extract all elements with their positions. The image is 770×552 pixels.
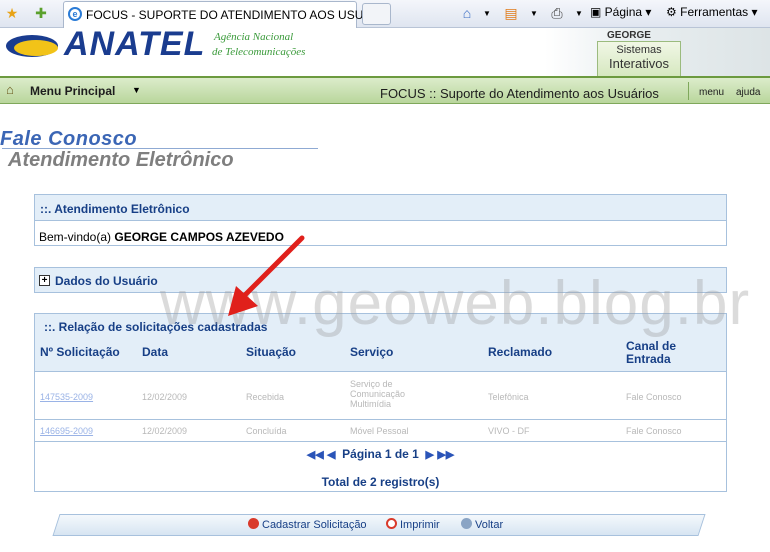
- atendimento-panel: ::. Atendimento Eletrônico Bem-vindo(a) …: [34, 194, 727, 246]
- expand-plus-icon[interactable]: +: [39, 275, 50, 286]
- column-header-channel: Canal de Entrada: [626, 339, 677, 366]
- main-menu-button[interactable]: Menu Principal: [30, 84, 115, 98]
- user-data-header[interactable]: + Dados do Usuário: [35, 268, 726, 292]
- browser-tab-title: FOCUS - SUPORTE DO ATENDIMENTO AOS USU..…: [86, 8, 374, 22]
- request-date: 12/02/2009: [142, 392, 188, 402]
- welcome-prefix: Bem-vindo(a): [39, 230, 115, 244]
- page-indicator: Página 1 de 1: [342, 447, 419, 461]
- add-favorites-icon[interactable]: ✚: [32, 4, 50, 22]
- request-channel: Fale Conosco: [626, 392, 682, 402]
- column-header-date: Data: [142, 345, 169, 359]
- request-channel: Fale Conosco: [626, 426, 682, 436]
- requests-title: ::. Relação de solicitações cadastradas: [44, 320, 268, 334]
- menu-folder-icon: ⌂: [6, 82, 14, 97]
- back-arrow-icon: [461, 518, 472, 529]
- chevron-down-icon[interactable]: ▼: [132, 85, 141, 95]
- browser-toolbar: ★ ✚ e FOCUS - SUPORTE DO ATENDIMENTO AOS…: [0, 0, 770, 28]
- request-service: Móvel Pessoal: [350, 426, 409, 436]
- gear-icon: ⚙: [666, 5, 677, 19]
- feeds-dropdown-icon[interactable]: ▼: [525, 4, 543, 22]
- prev-page-icon[interactable]: ◀: [327, 449, 335, 461]
- table-row: 146695-2009 12/02/2009 Concluída Móvel P…: [35, 420, 726, 442]
- print-red-icon: [386, 518, 397, 529]
- menu-link[interactable]: menu: [699, 87, 724, 98]
- pagination: ◀◀ ◀ Página 1 de 1 ▶ ▶▶: [35, 447, 726, 461]
- table-row: 147535-2009 12/02/2009 Recebida Serviço …: [35, 372, 726, 420]
- next-page-icon[interactable]: ▶: [426, 449, 434, 461]
- anatel-logo-text: ANATEL: [64, 25, 206, 63]
- action-bar: [52, 514, 706, 536]
- print-icon[interactable]: ⎙: [548, 4, 566, 22]
- application-title: FOCUS :: Suporte do Atendimento aos Usuá…: [380, 86, 659, 101]
- tools-menu[interactable]: ⚙ Ferramentas ▾: [666, 5, 758, 19]
- register-request-button[interactable]: Cadastrar Solicitação: [248, 518, 367, 531]
- register-request-label: Cadastrar Solicitação: [262, 519, 367, 531]
- page-menu[interactable]: ▣ Página ▾: [590, 5, 651, 19]
- request-number-link[interactable]: 146695-2009: [40, 426, 93, 436]
- home-icon[interactable]: ⌂: [458, 4, 476, 22]
- anatel-logo-icon: [6, 35, 58, 57]
- last-page-icon[interactable]: ▶▶: [437, 449, 454, 461]
- back-label: Voltar: [475, 519, 504, 531]
- column-header-service: Serviço: [350, 345, 394, 359]
- agency-name-line2: de Telecomunicações: [212, 46, 306, 58]
- request-date: 12/02/2009: [142, 426, 188, 436]
- systems-label-line2: Interativos: [609, 56, 669, 71]
- request-status: Recebida: [246, 392, 285, 402]
- print-label: Imprimir: [400, 519, 440, 531]
- requests-panel-header: ::. Relação de solicitações cadastradas …: [35, 314, 726, 372]
- browser-tab-active[interactable]: e FOCUS - SUPORTE DO ATENDIMENTO AOS USU…: [63, 1, 373, 28]
- atendimento-panel-header: ::. Atendimento Eletrônico: [35, 195, 726, 221]
- total-records: Total de 2 registro(s): [321, 475, 440, 489]
- ie-page-icon: e: [68, 7, 82, 21]
- back-button[interactable]: Voltar: [461, 518, 503, 531]
- user-data-label: Dados do Usuário: [55, 274, 158, 288]
- interactive-systems-tab[interactable]: Sistemas Interativos: [597, 41, 681, 76]
- column-header-number: Nº Solicitação: [40, 345, 120, 359]
- agency-name-line1: Agência Nacional: [214, 31, 294, 43]
- systems-label-line1: Sistemas: [616, 44, 662, 56]
- logged-user-name: GEORGE: [607, 30, 651, 41]
- request-status: Concluída: [246, 426, 287, 436]
- column-header-status: Situação: [246, 345, 297, 359]
- requests-panel: ::. Relação de solicitações cadastradas …: [34, 313, 727, 492]
- request-number-link[interactable]: 147535-2009: [40, 392, 93, 402]
- new-tab-button[interactable]: [362, 3, 391, 25]
- add-red-icon: [248, 518, 259, 529]
- request-claimed: VIVO - DF: [488, 426, 530, 436]
- user-data-panel[interactable]: + Dados do Usuário: [34, 267, 727, 293]
- column-header-claimed: Reclamado: [488, 345, 553, 359]
- main-menu-bar: ⌂ Menu Principal ▼ FOCUS :: Suporte do A…: [0, 76, 770, 104]
- menu-divider: [688, 82, 689, 100]
- help-link[interactable]: ajuda: [736, 87, 760, 98]
- feeds-icon[interactable]: ▤: [502, 4, 520, 22]
- print-button[interactable]: Imprimir: [386, 518, 440, 531]
- first-page-icon[interactable]: ◀◀: [307, 449, 324, 461]
- page-subtitle: Atendimento Eletrônico: [8, 149, 234, 171]
- print-dropdown-icon[interactable]: ▼: [570, 4, 588, 22]
- home-dropdown-icon[interactable]: ▼: [478, 4, 496, 22]
- red-annotation-arrow-icon: [228, 235, 305, 316]
- request-service: Serviço de Comunicação Multimídia: [350, 379, 406, 409]
- favorites-star-icon[interactable]: ★: [3, 4, 21, 22]
- request-claimed: Telefônica: [488, 392, 529, 402]
